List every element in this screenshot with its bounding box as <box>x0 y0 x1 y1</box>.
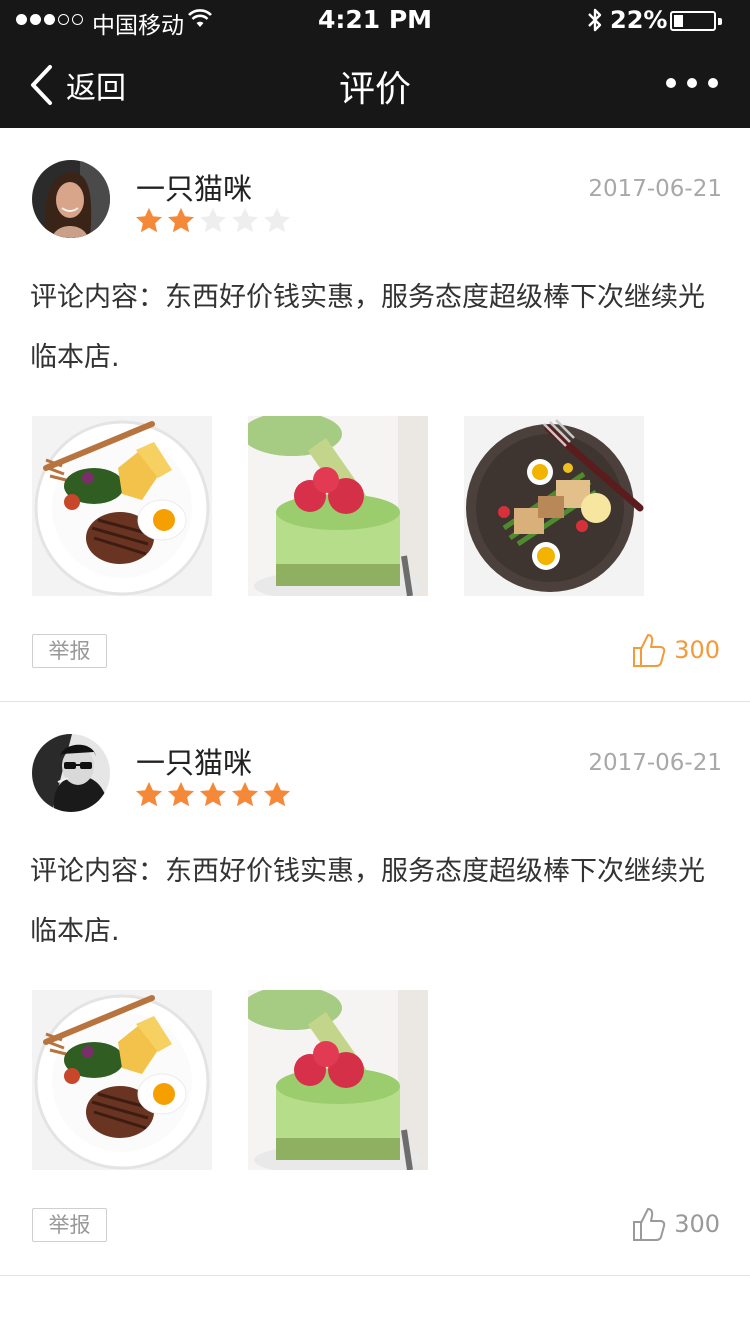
star-empty-icon <box>264 207 290 233</box>
page-title: 评价 <box>338 69 411 110</box>
top-bar: 中国移动 4:21 PM 22% 返回 评价 <box>0 0 750 128</box>
more-dots-icon[interactable] <box>666 78 718 88</box>
review-photos <box>32 990 428 1170</box>
battery-icon <box>670 11 722 31</box>
thumbs-up-icon <box>633 1208 666 1241</box>
review-date: 2017-06-21 <box>588 176 722 202</box>
star-filled-icon <box>136 207 162 233</box>
steak-plate-photo[interactable] <box>32 990 212 1170</box>
rating-stars <box>134 780 292 810</box>
salad-plate-photo[interactable] <box>464 416 644 596</box>
like-count: 300 <box>674 1210 720 1238</box>
review-content: 评论内容：东西好价钱实惠，服务态度超级棒下次继续光临本店. <box>30 282 705 373</box>
star-filled-icon <box>168 207 194 233</box>
star-filled-icon <box>232 781 258 807</box>
avatar[interactable] <box>32 734 110 812</box>
review-photos <box>32 416 644 596</box>
like-count: 300 <box>674 636 720 664</box>
steak-plate-photo[interactable] <box>32 416 212 596</box>
report-button[interactable]: 举报 <box>32 634 107 668</box>
thumbs-up-icon <box>633 634 666 667</box>
nav-bar: 返回 评价 <box>0 40 750 128</box>
star-empty-icon <box>200 207 226 233</box>
like-button[interactable]: 300 <box>632 1206 720 1242</box>
review-date: 2017-06-21 <box>588 750 722 776</box>
divider <box>0 1275 750 1276</box>
star-filled-icon <box>200 781 226 807</box>
avatar[interactable] <box>32 160 110 238</box>
like-button[interactable]: 300 <box>632 632 720 668</box>
username: 一只猫咪 <box>136 172 253 206</box>
divider <box>0 701 750 702</box>
report-button[interactable]: 举报 <box>32 1208 107 1242</box>
username: 一只猫咪 <box>136 746 253 780</box>
matcha-cake-photo[interactable] <box>248 416 428 596</box>
star-filled-icon <box>136 781 162 807</box>
rating-stars <box>134 206 292 236</box>
status-bar: 中国移动 4:21 PM 22% <box>0 0 750 40</box>
matcha-cake-photo[interactable] <box>248 990 428 1170</box>
battery-percent: 22% <box>610 6 668 34</box>
battery-level <box>674 15 683 27</box>
star-empty-icon <box>232 207 258 233</box>
bluetooth-icon <box>588 8 602 32</box>
review-content: 评论内容：东西好价钱实惠，服务态度超级棒下次继续光临本店. <box>30 856 705 947</box>
star-filled-icon <box>168 781 194 807</box>
star-filled-icon <box>264 781 290 807</box>
